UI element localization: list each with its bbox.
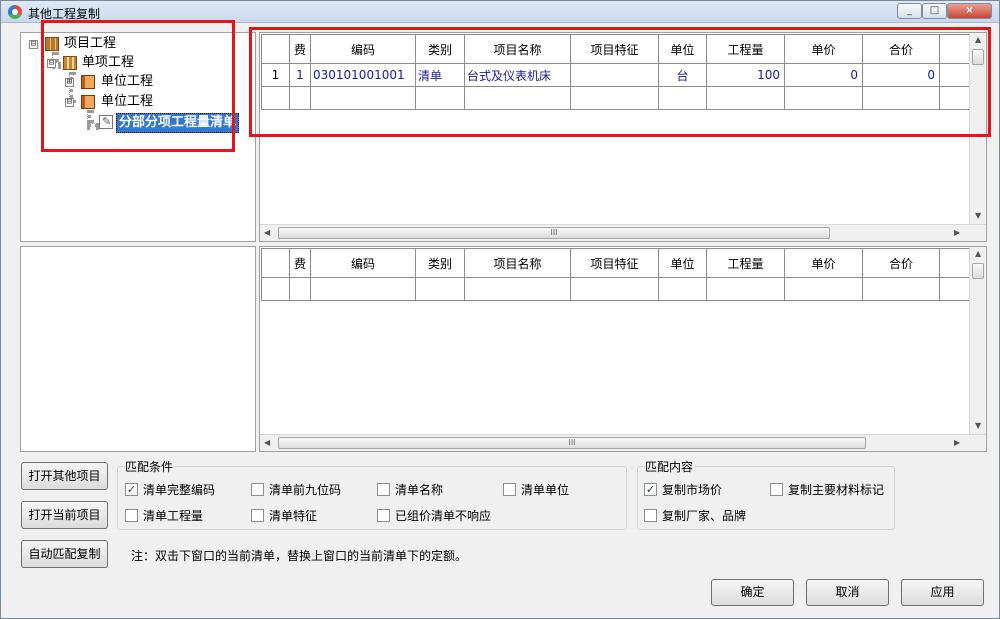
column-header-name[interactable]: 项目名称 [464, 248, 571, 278]
upper-horizontal-scrollbar[interactable]: ◀ III ▶ [260, 224, 986, 241]
column-header-quantity[interactable]: 工程量 [706, 248, 785, 278]
checkbox-copy-main-material-mark[interactable]: 复制主要材料标记 [770, 482, 884, 498]
column-header-code[interactable]: 编码 [310, 248, 416, 278]
open-other-project-button[interactable]: 打开其他项目 [21, 462, 108, 490]
scroll-up-arrow-icon[interactable]: ▲ [975, 249, 981, 258]
cell-empty[interactable] [570, 277, 659, 301]
red-highlight-box-grid [249, 27, 991, 137]
lower-vertical-scrollbar[interactable]: ▲ ▼ [969, 247, 986, 434]
column-header-price[interactable]: 单价 [784, 248, 863, 278]
checkbox-icon[interactable] [377, 483, 390, 496]
lower-horizontal-scrollbar[interactable]: ◀ III ▶ [260, 434, 986, 451]
column-header-unit[interactable]: 单位 [658, 248, 707, 278]
table-row-empty[interactable] [261, 277, 978, 301]
app-logo-icon [8, 5, 22, 19]
checkbox-bill-name[interactable]: 清单名称 [377, 482, 443, 498]
lower-bill-grid-panel: 费 编码 类别 项目名称 项目特征 单位 工程量 单价 合价 ▲ ▼ ◀ III [259, 246, 987, 452]
minimize-button[interactable]: _ [897, 3, 922, 19]
checkbox-label: 清单工程量 [143, 509, 204, 523]
checkbox-checked-icon[interactable]: ✓ [644, 483, 657, 496]
collapse-icon[interactable]: ⊟ [29, 40, 38, 49]
horizontal-scroll-thumb[interactable]: III [278, 227, 830, 239]
ok-button[interactable]: 确定 [711, 579, 794, 606]
cell-empty[interactable] [706, 277, 785, 301]
vertical-scroll-thumb[interactable] [972, 263, 984, 279]
checkbox-label: 清单名称 [395, 483, 444, 497]
match-conditions-title: 匹配条件 [123, 458, 176, 475]
checkbox-label: 已组价清单不响应 [395, 509, 492, 523]
checkbox-priced-no-response[interactable]: 已组价清单不响应 [377, 508, 491, 524]
cell-empty[interactable] [464, 277, 571, 301]
checkbox-icon[interactable] [644, 509, 657, 522]
apply-button[interactable]: 应用 [901, 579, 984, 606]
checkbox-label: 复制厂家、品牌 [662, 509, 747, 523]
checkbox-icon[interactable] [251, 509, 264, 522]
match-content-title: 匹配内容 [643, 458, 696, 475]
cancel-button[interactable]: 取消 [806, 579, 889, 606]
open-current-project-button[interactable]: 打开当前项目 [21, 501, 108, 529]
checkbox-label: 清单完整编码 [143, 483, 216, 497]
checkbox-bill-feature[interactable]: 清单特征 [251, 508, 317, 524]
checkbox-icon[interactable] [770, 483, 783, 496]
checkbox-checked-icon[interactable]: ✓ [125, 483, 138, 496]
table-header-row: 费 编码 类别 项目名称 项目特征 单位 工程量 单价 合价 [261, 248, 978, 278]
checkbox-bill-unit[interactable]: 清单单位 [503, 482, 569, 498]
cell-empty[interactable] [310, 277, 416, 301]
checkbox-label: 清单前九位码 [269, 483, 342, 497]
cell-empty[interactable] [289, 277, 311, 301]
column-header-rownum [261, 248, 290, 278]
horizontal-scroll-thumb[interactable]: III [278, 437, 866, 449]
checkbox-icon[interactable] [377, 509, 390, 522]
checkbox-bill-quantity[interactable]: 清单工程量 [125, 508, 203, 524]
close-button[interactable]: × [947, 3, 992, 19]
row-number[interactable] [261, 277, 290, 301]
checkbox-copy-market-price[interactable]: ✓ 复制市场价 [644, 482, 722, 498]
checkbox-icon[interactable] [503, 483, 516, 496]
copy-other-project-dialog: 其他工程复制 _ □ × ⊟ 项目工程 ⊟ 单项工程 ⊞ 单位工程 ⊟ 单位工程… [0, 0, 1000, 619]
column-header-category[interactable]: 类别 [415, 248, 465, 278]
red-highlight-box-tree [41, 20, 235, 152]
column-header-total[interactable]: 合价 [862, 248, 940, 278]
cell-empty[interactable] [415, 277, 465, 301]
column-header-fee[interactable]: 费 [289, 248, 311, 278]
checkbox-label: 清单单位 [521, 483, 570, 497]
maximize-button[interactable]: □ [922, 3, 947, 19]
cell-empty[interactable] [784, 277, 863, 301]
scroll-right-arrow-icon[interactable]: ▶ [954, 228, 960, 237]
scroll-left-arrow-icon[interactable]: ◀ [264, 228, 270, 237]
scroll-down-arrow-icon[interactable]: ▼ [975, 421, 981, 430]
checkbox-label: 复制市场价 [662, 483, 723, 497]
checkbox-icon[interactable] [125, 509, 138, 522]
column-header-feature[interactable]: 项目特征 [570, 248, 659, 278]
checkbox-label: 清单特征 [269, 509, 318, 523]
lower-bill-table: 费 编码 类别 项目名称 项目特征 单位 工程量 单价 合价 [261, 248, 978, 301]
checkbox-first-nine-code[interactable]: 清单前九位码 [251, 482, 341, 498]
checkbox-icon[interactable] [251, 483, 264, 496]
checkbox-full-code[interactable]: ✓ 清单完整编码 [125, 482, 215, 498]
scroll-down-arrow-icon[interactable]: ▼ [975, 211, 981, 220]
cell-empty[interactable] [862, 277, 940, 301]
instruction-note: 注：双击下窗口的当前清单，替换上窗口的当前清单下的定额。 [131, 549, 468, 563]
cell-empty[interactable] [658, 277, 707, 301]
checkbox-copy-manufacturer-brand[interactable]: 复制厂家、品牌 [644, 508, 746, 524]
checkbox-label: 复制主要材料标记 [788, 483, 885, 497]
auto-match-copy-button[interactable]: 自动匹配复制 [21, 540, 108, 568]
lower-tree-panel [20, 246, 256, 452]
scroll-left-arrow-icon[interactable]: ◀ [264, 438, 270, 447]
scroll-right-arrow-icon[interactable]: ▶ [954, 438, 960, 447]
